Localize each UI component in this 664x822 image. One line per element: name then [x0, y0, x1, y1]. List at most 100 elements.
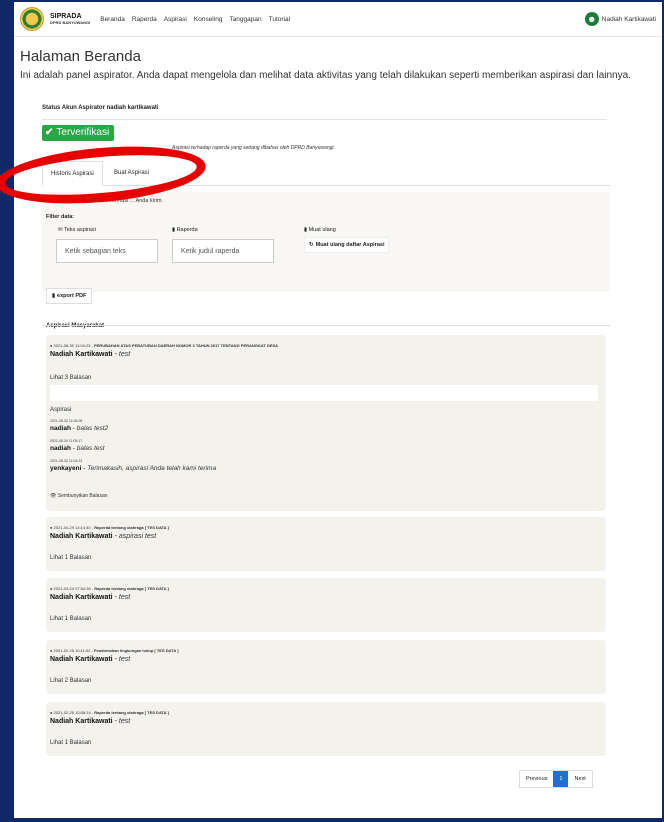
clock-icon: ● — [50, 710, 53, 715]
aspiration-item: ● 2021-02-25 10:08:14 - Raperda tentang … — [46, 702, 606, 756]
clock-icon: ● — [50, 525, 53, 530]
author-name: Nadiah Kartikawati — [50, 533, 113, 540]
pagination: Previous 1 Next — [519, 770, 593, 788]
hide-replies-label: Sembunyikan Balasan — [57, 493, 108, 499]
aspiration-author: Nadiah Kartikawati - test — [50, 351, 131, 358]
text-filter-label-text: Teks aspirasi — [64, 227, 96, 233]
menu-tutorial[interactable]: Tutorial — [269, 16, 290, 23]
aspiration-topic: Pembenahan lingkungan hidup [ TES DATA ] — [93, 648, 179, 653]
brand[interactable]: SIPRADA DPRD BANYUWANGI — [50, 13, 90, 25]
aspiration-item: ● 2021-08-30 11:04:23 - PERUBAHAN ATAS P… — [46, 335, 606, 511]
page-title: Halaman Beranda — [20, 48, 141, 65]
account-status: Status Akun Aspirator nadiah kartikawati — [42, 105, 159, 111]
reply-author: yenkayeni — [50, 465, 82, 472]
account-card: Status Akun Aspirator nadiah kartikawati… — [42, 105, 654, 813]
aspiration-text: aspirasi test — [118, 533, 157, 540]
raperda-search-input[interactable]: Ketik judul raperda — [172, 239, 274, 263]
divider — [42, 325, 610, 326]
export-pdf-button[interactable]: ▮ export PDF — [46, 288, 93, 304]
view-replies-link[interactable]: Lihat 3 Balasan — [50, 375, 91, 381]
info-text: ℹ Anda dapat mengelola informasi ... And… — [46, 198, 164, 204]
dprd-logo-icon[interactable] — [20, 7, 44, 31]
current-page-button[interactable]: 1 — [553, 771, 569, 787]
brand-subtitle: DPRD BANYUWANGI — [50, 20, 91, 25]
view-replies-link[interactable]: Lihat 1 Balasan — [50, 555, 91, 561]
text-filter-label: ✉ Teks aspirasi — [58, 227, 96, 233]
page-description: Ini adalah panel aspirator. Anda dapat m… — [20, 70, 631, 81]
reply-date: 2021-08-30 11:06:08 — [50, 419, 83, 423]
aspiration-topic: PERUBAHAN ATAS PERATURAN DAERAH NOMOR 3 … — [93, 343, 279, 348]
reply-item: nadiah - balas test2 — [50, 425, 109, 432]
author-name: Nadiah Kartikawati — [50, 656, 113, 663]
divider — [42, 119, 607, 120]
aspiration-date: 2021-08-30 11:04:23 — [53, 343, 91, 348]
reply-text: balas test2 — [76, 425, 109, 432]
aspiration-author: Nadiah Kartikawati - aspirasi test — [50, 533, 157, 540]
file-icon: ▮ — [52, 293, 56, 299]
navbar: SIPRADA DPRD BANYUWANGI Beranda Raperda … — [14, 2, 662, 37]
aspiration-meta: ● 2021-02-25 10:11:52 - Pembenahan lingk… — [50, 648, 179, 653]
reply-item: yenkayeni - Terimakasih, aspirasi Anda t… — [50, 465, 217, 472]
verified-badge: ✔ Terverifikasi — [42, 125, 115, 141]
author-name: Nadiah Kartikawati — [50, 594, 113, 601]
main-menu: Beranda Raperda Aspirasi Konseling Tangg… — [100, 16, 290, 23]
aspiration-topic: Raperda tentang olahraga [ TES DATA ] — [94, 586, 169, 591]
hide-replies-link[interactable]: 👁 Sembunyikan Balasan — [50, 493, 108, 499]
menu-beranda[interactable]: Beranda — [100, 16, 125, 23]
text-search-input[interactable]: Ketik sebagian teks — [56, 239, 158, 263]
user-avatar-icon: ☻ — [584, 12, 599, 26]
aspiration-author: Nadiah Kartikawati - test — [50, 718, 131, 725]
aspiration-meta: ● 2021-08-30 11:04:23 - PERUBAHAN ATAS P… — [50, 343, 279, 348]
view-replies-link[interactable]: Lihat 1 Balasan — [50, 740, 91, 746]
reply-text: balas test — [76, 445, 105, 452]
status-note: Aspirasi terhadap raperda yang sedang di… — [172, 145, 335, 151]
aspiration-item: ● 2021-04-29 14:14:40 - Raperda tentang … — [46, 517, 606, 571]
view-replies-link[interactable]: Lihat 1 Balasan — [50, 616, 91, 622]
reply-date: 2021-08-30 11:05:17 — [50, 439, 83, 443]
clock-icon: ● — [50, 648, 53, 653]
reload-button-label: Muat ulang daftar Aspirasi — [315, 242, 385, 248]
aspiration-meta: ● 2021-03-24 07:54:36 - Raperda tentang … — [50, 586, 169, 591]
list-title: Aspirasi Masyarakat — [46, 323, 105, 329]
menu-konseling[interactable]: Konseling — [194, 16, 223, 23]
eye-slash-icon: 👁 — [50, 493, 57, 499]
verified-label: Terverifikasi — [56, 127, 110, 138]
aspiration-text: test — [118, 656, 131, 663]
previous-page-button[interactable]: Previous — [520, 776, 553, 782]
aspiration-author: Nadiah Kartikawati - test — [50, 656, 131, 663]
view-replies-link[interactable]: Lihat 2 Balasan — [50, 678, 91, 684]
aspiration-meta: ● 2021-02-25 10:08:14 - Raperda tentang … — [50, 710, 169, 715]
aspiration-item: ● 2021-02-25 10:11:52 - Pembenahan lingk… — [46, 640, 606, 694]
reload-label: ▮ Muat ulang — [304, 227, 336, 233]
aspiration-author: Nadiah Kartikawati - test — [50, 594, 131, 601]
next-page-button[interactable]: Next — [568, 776, 591, 782]
aspiration-text: test — [118, 718, 131, 725]
user-menu[interactable]: ☻ Nadiah Kartikawati — [584, 12, 656, 26]
brand-title: SIPRADA — [50, 13, 82, 20]
user-name: Nadiah Kartikawati — [601, 15, 656, 23]
tab-buat-aspirasi[interactable]: Buat Aspirasi — [106, 161, 157, 184]
menu-raperda[interactable]: Raperda — [132, 16, 157, 23]
filter-panel: ℹ Anda dapat mengelola informasi ... And… — [42, 192, 610, 292]
filter-title: Filter data: — [46, 214, 75, 220]
menu-aspirasi[interactable]: Aspirasi — [164, 16, 187, 23]
raperda-filter-label: ▮ Raperda — [172, 227, 198, 233]
reload-label-text: Muat ulang — [308, 227, 336, 233]
reply-text: Terimakasih, aspirasi Anda telah kami te… — [87, 465, 217, 472]
reply-item: nadiah - balas test — [50, 445, 105, 452]
replies-title: Aspirasi — [50, 407, 72, 413]
menu-tanggapan[interactable]: Tanggapan — [229, 16, 261, 23]
author-name: Nadiah Kartikawati — [50, 351, 113, 358]
aspiration-text: test — [118, 594, 131, 601]
document-icon: ▮ — [172, 227, 176, 233]
aspiration-date: 2021-02-25 10:11:52 — [53, 648, 91, 653]
tab-historis-aspirasi[interactable]: Historis Aspirasi — [42, 161, 103, 186]
reply-author: nadiah — [50, 445, 71, 452]
aspiration-date: 2021-03-24 07:54:36 — [53, 586, 91, 591]
aspiration-topic: Raperda tentang olahraga [ TES DATA ] — [94, 525, 169, 530]
envelope-icon: ✉ — [58, 227, 63, 233]
reload-button[interactable]: ↻ Muat ulang daftar Aspirasi — [304, 237, 390, 253]
clock-icon: ● — [50, 343, 53, 348]
raperda-filter-label-text: Raperda — [176, 227, 198, 233]
clock-icon: ● — [50, 586, 53, 591]
